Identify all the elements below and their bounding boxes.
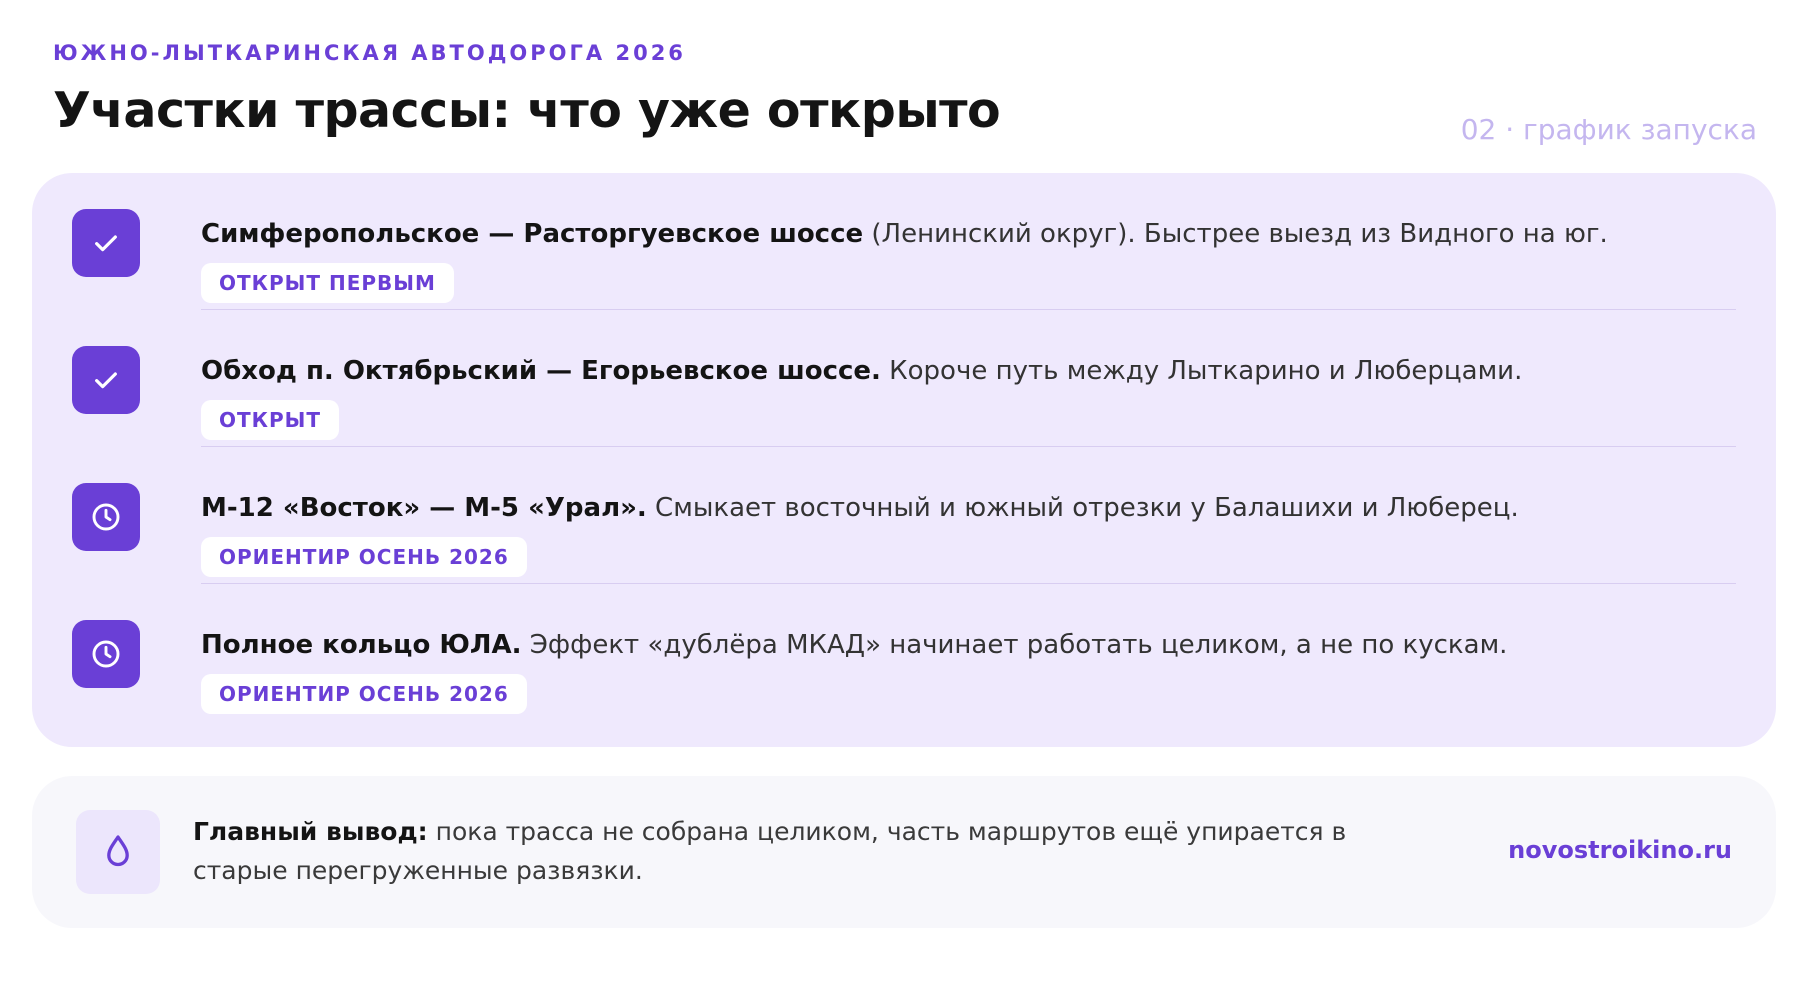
- summary-text: Главный вывод: пока трасса не собрана це…: [193, 812, 1353, 890]
- status-badge: ОТКРЫТ: [201, 400, 340, 440]
- section-description: Короче путь между Лыткарино и Люберцами.: [880, 356, 1523, 386]
- section-description: (Ленинский округ). Быстрее выезд из Видн…: [863, 219, 1608, 249]
- section-title: М-12 «Восток» — М-5 «Урал».: [201, 493, 647, 523]
- section-title: Симферопольское — Расторгуевское шоссе: [201, 219, 864, 249]
- status-badge: ОТКРЫТ ПЕРВЫМ: [201, 263, 454, 303]
- section-description: Эффект «дублёра МКАД» начинает работать …: [521, 630, 1508, 660]
- section-item: Полное кольцо ЮЛА. Эффект «дублёра МКАД»…: [72, 584, 1736, 721]
- section-description: Смыкает восточный и южный отрезки у Бала…: [646, 493, 1519, 523]
- brand-link[interactable]: novostroikino.ru: [1508, 836, 1732, 864]
- status-badge: ОРИЕНТИР ОСЕНЬ 2026: [201, 537, 527, 577]
- section-item: Обход п. Октябрьский — Егорьевское шоссе…: [72, 310, 1736, 447]
- page-title: Участки трассы: что уже открыто: [53, 82, 1001, 139]
- page-tag: 02 · график запуска: [1460, 113, 1757, 146]
- section-item: М-12 «Восток» — М-5 «Урал». Смыкает вост…: [72, 447, 1736, 584]
- section-text: Полное кольцо ЮЛА. Эффект «дублёра МКАД»…: [201, 630, 1507, 660]
- check-icon: [72, 346, 140, 414]
- section-title: Полное кольцо ЮЛА.: [201, 630, 522, 660]
- drop-icon: [76, 810, 160, 894]
- section-title: Обход п. Октябрьский — Егорьевское шоссе…: [201, 356, 881, 386]
- section-item: Симферопольское — Расторгуевское шоссе (…: [72, 173, 1736, 310]
- section-text: Обход п. Октябрьский — Егорьевское шоссе…: [201, 356, 1522, 386]
- section-text: М-12 «Восток» — М-5 «Урал». Смыкает вост…: [201, 493, 1519, 523]
- check-icon: [72, 209, 140, 277]
- slide: ЮЖНО-ЛЫТКАРИНСКАЯ АВТОДОРОГА 2026 Участк…: [0, 0, 1800, 990]
- clock-icon: [72, 620, 140, 688]
- clock-icon: [72, 483, 140, 551]
- summary-card: Главный вывод: пока трасса не собрана це…: [32, 776, 1776, 928]
- summary-title: Главный вывод:: [193, 817, 428, 846]
- section-text: Симферопольское — Расторгуевское шоссе (…: [201, 219, 1608, 249]
- status-badge: ОРИЕНТИР ОСЕНЬ 2026: [201, 674, 527, 714]
- eyebrow-label: ЮЖНО-ЛЫТКАРИНСКАЯ АВТОДОРОГА 2026: [53, 41, 686, 65]
- sections-card: Симферопольское — Расторгуевское шоссе (…: [32, 173, 1776, 747]
